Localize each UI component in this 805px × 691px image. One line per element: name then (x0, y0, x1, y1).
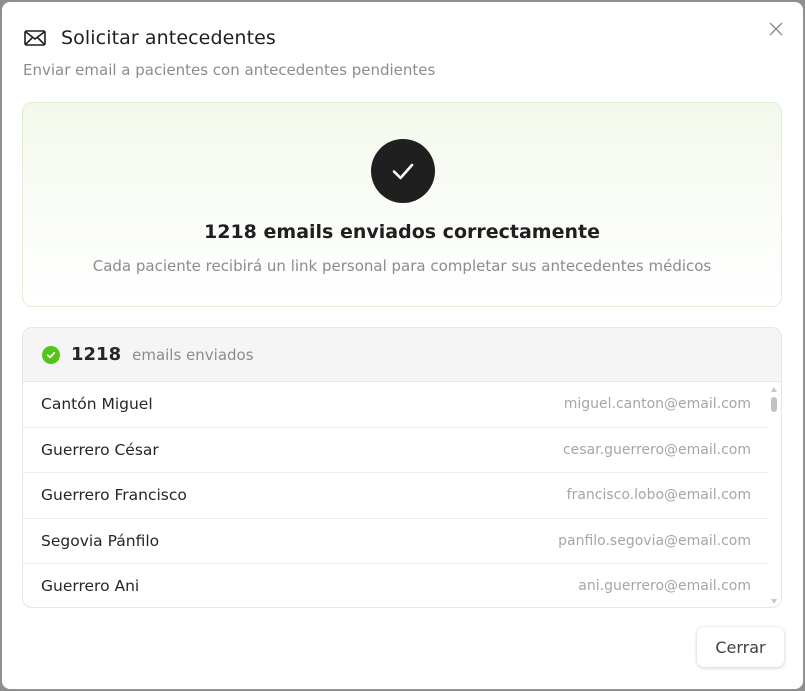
solicitar-antecedentes-dialog: Solicitar antecedentes Enviar email a pa… (2, 2, 803, 689)
list-item: Cantón Miguel miguel.canton@email.com (23, 382, 768, 428)
scroll-down-arrow-icon[interactable] (771, 599, 777, 604)
patient-name: Guerrero César (41, 440, 159, 459)
patient-name: Segovia Pánfilo (41, 531, 160, 550)
list-item: Guerrero Francisco francisco.lobo@email.… (23, 473, 768, 519)
dialog-title-row: Solicitar antecedentes (23, 24, 783, 52)
scrollbar-thumb[interactable] (771, 397, 777, 412)
patient-email: cesar.guerrero@email.com (562, 441, 751, 458)
success-panel: 1218 emails enviados correctamente Cada … (22, 102, 782, 307)
sent-emails-list: 1218 emails enviados Cantón Miguel migue… (22, 327, 782, 608)
patient-email: miguel.canton@email.com (563, 396, 751, 413)
dialog-header: Solicitar antecedentes Enviar email a pa… (23, 24, 783, 79)
list-item: Guerrero César cesar.guerrero@email.com (23, 428, 768, 473)
patient-email: ani.guerrero@email.com (578, 578, 751, 595)
list-header: 1218 emails enviados (23, 328, 781, 382)
check-circle-icon (42, 345, 60, 364)
list-rows[interactable]: Cantón Miguel miguel.canton@email.com Gu… (23, 382, 768, 607)
dialog-title: Solicitar antecedentes (61, 27, 276, 49)
close-button[interactable]: Cerrar (697, 627, 784, 667)
scroll-up-arrow-icon[interactable] (771, 387, 777, 392)
sent-count: 1218 (71, 344, 122, 365)
patient-name: Cantón Miguel (41, 395, 153, 414)
list-item: Guerrero Ani ani.guerrero@email.com (23, 564, 768, 607)
patient-name: Guerrero Ani (41, 577, 140, 596)
patient-email: panfilo.segovia@email.com (558, 532, 751, 549)
patient-name: Guerrero Francisco (41, 486, 187, 505)
dialog-subtitle: Enviar email a pacientes con antecedente… (23, 61, 436, 79)
close-icon[interactable] (763, 16, 789, 42)
list-scrollbar[interactable] (768, 382, 781, 607)
success-description: Cada paciente recibirá un link personal … (92, 257, 712, 275)
check-icon (371, 139, 435, 203)
patient-email: francisco.lobo@email.com (566, 487, 751, 504)
success-title: 1218 emails enviados correctamente (204, 221, 600, 243)
sent-count-label: emails enviados (132, 345, 254, 364)
list-item: Segovia Pánfilo panfilo.segovia@email.co… (23, 519, 768, 564)
mail-icon (24, 30, 46, 46)
